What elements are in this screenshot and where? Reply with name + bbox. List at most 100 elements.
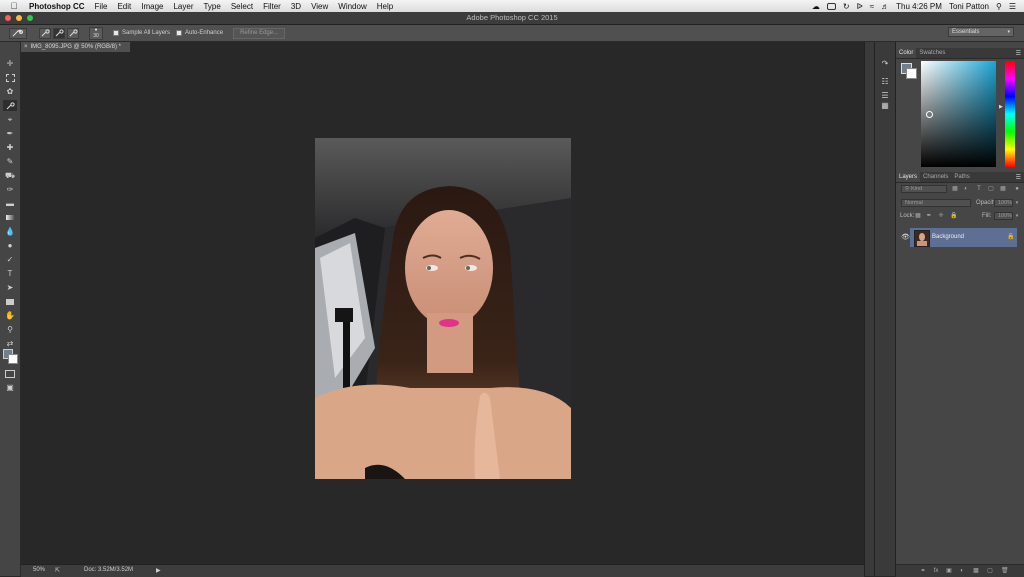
type-tool-icon[interactable]: T (3, 268, 17, 279)
eyedropper-tool-icon[interactable]: ✒ (3, 128, 17, 139)
status-menu-arrow-icon[interactable]: ▶ (156, 567, 161, 574)
clone-stamp-tool-icon[interactable]: ⛟ (3, 170, 17, 181)
menu-select[interactable]: Select (231, 2, 253, 11)
zoom-tool-icon[interactable]: ⚲ (3, 324, 17, 335)
menu-app-name[interactable]: Photoshop CC (29, 2, 85, 11)
adjustments-panel-icon[interactable]: ☷ (879, 76, 891, 87)
tab-color[interactable]: Color (896, 48, 917, 58)
timemachine-icon[interactable]: ↻ (843, 2, 850, 11)
chevron-down-icon[interactable]: ▾ (1014, 200, 1020, 206)
menu-user[interactable]: Toni Patton (949, 2, 989, 11)
menu-image[interactable]: Image (141, 2, 163, 11)
notification-icon[interactable]: ☰ (1009, 2, 1016, 11)
filter-pixel-icon[interactable]: ▦ (952, 186, 958, 192)
blend-mode-select[interactable]: Normal (901, 199, 971, 207)
search-icon[interactable]: ⚲ (996, 2, 1002, 11)
gradient-tool-icon[interactable] (3, 212, 17, 223)
layer-style-icon[interactable]: fx (933, 568, 939, 574)
menu-edit[interactable]: Edit (117, 2, 131, 11)
link-layers-icon[interactable]: ⚭ (920, 568, 926, 574)
refine-edge-button[interactable]: Refine Edge... (233, 27, 286, 39)
add-mask-icon[interactable]: ▣ (946, 568, 952, 574)
filter-type-icon[interactable]: T (976, 186, 982, 192)
crop-tool-icon[interactable]: ⌖ (3, 114, 17, 125)
tool-preset-picker[interactable] (9, 27, 27, 39)
brush-tool-icon[interactable]: ✎ (3, 156, 17, 167)
volume-icon[interactable]: ♬ (881, 2, 889, 11)
menu-help[interactable]: Help (377, 2, 393, 11)
adjustment-layer-icon[interactable]: ◐ (959, 568, 965, 574)
filter-smart-object-icon[interactable]: ▦ (1000, 186, 1006, 192)
dodge-tool-icon[interactable]: ● (3, 240, 17, 251)
tab-swatches[interactable]: Swatches (916, 48, 948, 58)
color-bg-swatch[interactable] (906, 68, 917, 79)
panel-menu-icon[interactable]: ☰ (1016, 50, 1021, 57)
delete-layer-icon[interactable]: 🗑 (1001, 568, 1009, 574)
lasso-tool-icon[interactable]: ✿ (3, 86, 17, 97)
zoom-level[interactable]: 50% (33, 567, 45, 573)
filter-adjustment-icon[interactable]: ◐ (963, 186, 969, 192)
new-group-icon[interactable]: ▩ (973, 568, 979, 574)
quick-mask-icon[interactable] (3, 368, 17, 379)
lock-position-icon[interactable]: ✛ (938, 213, 944, 219)
apple-icon[interactable]:  (9, 1, 19, 11)
lock-transparency-icon[interactable]: ▦ (915, 213, 921, 219)
background-color-swatch[interactable] (8, 354, 18, 364)
panel-dock-separator[interactable] (864, 42, 874, 576)
lock-pixels-icon[interactable]: ✒ (926, 213, 932, 219)
eye-visibility-icon[interactable]: 👁 (901, 233, 910, 241)
screen-mode-icon[interactable]: ▣ (3, 382, 17, 393)
layer-filter-kind-select[interactable]: ⚲ Kind (901, 185, 947, 193)
tab-layers[interactable]: Layers (896, 172, 921, 182)
libraries-panel-icon[interactable]: ▦ (879, 100, 891, 111)
brush-size-picker[interactable]: ● 30 (89, 26, 103, 40)
quick-selection-tool-icon[interactable] (3, 100, 17, 111)
menu-clock[interactable]: Thu 4:26 PM (896, 2, 942, 11)
fill-input[interactable]: 100% (994, 212, 1013, 220)
menu-filter[interactable]: Filter (263, 2, 281, 11)
menu-file[interactable]: File (95, 2, 108, 11)
move-tool-icon[interactable]: ✛ (3, 58, 17, 69)
chevron-down-icon[interactable]: ▾ (1014, 213, 1020, 219)
hand-tool-icon[interactable]: ✋ (3, 310, 17, 321)
tab-paths[interactable]: Paths (951, 172, 972, 182)
battery-icon[interactable] (826, 2, 836, 10)
swap-colors-icon[interactable]: ⇄ (3, 338, 17, 349)
wifi-icon[interactable]: ≈ (870, 2, 874, 11)
filter-shape-icon[interactable]: ▢ (988, 186, 994, 192)
eraser-tool-icon[interactable]: ▬ (3, 198, 17, 209)
menu-3d[interactable]: 3D (291, 2, 301, 11)
layer-row-background[interactable]: Background 🔒 (910, 228, 1017, 247)
pen-tool-icon[interactable]: ✓ (3, 254, 17, 265)
panel-menu-icon[interactable]: ☰ (1016, 174, 1021, 181)
filter-toggle-icon[interactable]: ● (1014, 186, 1020, 192)
menu-view[interactable]: View (311, 2, 328, 11)
lock-all-icon[interactable]: 🔒 (950, 213, 957, 219)
export-icon[interactable]: ⇱ (55, 567, 60, 574)
history-brush-tool-icon[interactable]: ✑ (3, 184, 17, 195)
tab-channels[interactable]: Channels (920, 172, 951, 182)
color-picker-cursor[interactable] (926, 111, 933, 118)
new-layer-icon[interactable]: ▢ (987, 568, 993, 574)
bluetooth-icon[interactable]: ᐉ (857, 2, 863, 11)
menu-type[interactable]: Type (203, 2, 220, 11)
sample-all-layers-checkbox[interactable] (113, 30, 119, 36)
marquee-tool-icon[interactable] (3, 72, 17, 83)
menu-layer[interactable]: Layer (173, 2, 193, 11)
path-selection-tool-icon[interactable]: ➤ (3, 282, 17, 293)
add-to-selection-button[interactable] (53, 27, 65, 39)
document-tab[interactable]: × IMG_8095.JPG @ 50% (RGB/8) * (21, 42, 131, 52)
opacity-input[interactable]: 100% (994, 199, 1013, 207)
creative-cloud-icon[interactable]: ☁ (812, 2, 820, 11)
subtract-from-selection-button[interactable] (67, 27, 79, 39)
history-panel-icon[interactable]: ↷ (879, 58, 891, 69)
hue-slider[interactable] (1005, 61, 1015, 167)
auto-enhance-checkbox[interactable] (176, 30, 183, 36)
document-image[interactable] (315, 138, 571, 479)
rectangle-tool-icon[interactable] (3, 296, 17, 307)
new-selection-button[interactable] (39, 27, 51, 39)
healing-brush-tool-icon[interactable]: ✚ (3, 142, 17, 153)
close-icon[interactable]: × (24, 44, 28, 50)
menu-window[interactable]: Window (338, 2, 366, 11)
workspace-switcher[interactable]: Essentials ▾ (948, 27, 1014, 37)
